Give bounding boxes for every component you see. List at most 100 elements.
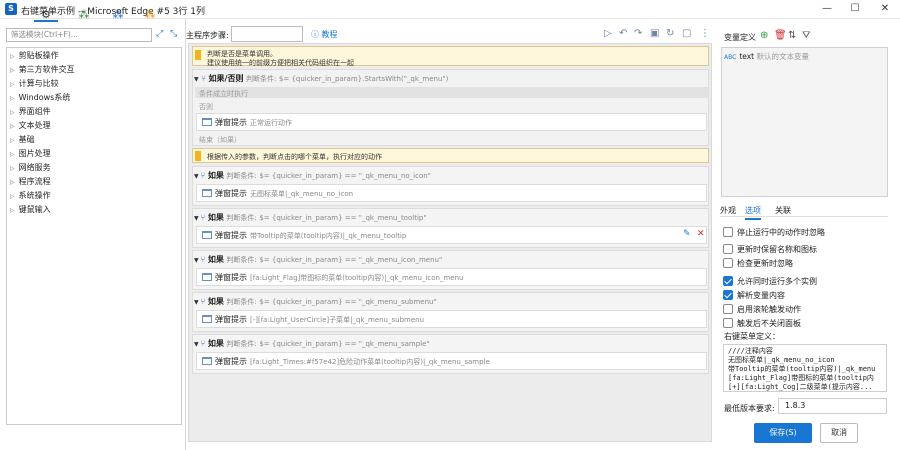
- popup-label: 弹窗提示: [215, 189, 247, 198]
- step-input[interactable]: [231, 26, 303, 42]
- tree-item-label: 基础: [18, 135, 35, 144]
- option-checkbox-row[interactable]: 允许同时运行多个实例: [723, 276, 817, 287]
- option-label: 检查更新时忽略: [737, 259, 793, 268]
- info-icon: ⓘ: [311, 30, 322, 39]
- tab-relations[interactable]: 关联: [775, 205, 791, 216]
- min-version-label: 最低版本要求:: [724, 404, 775, 413]
- delete-icon[interactable]: 🗑: [774, 30, 787, 41]
- option-label: 更新时保留名称和图标: [737, 245, 817, 254]
- option-checkbox-row[interactable]: 检查更新时忽略: [723, 258, 793, 269]
- expand-arrow-icon: ▷: [10, 67, 15, 74]
- expand-arrow-icon: ▷: [10, 53, 15, 60]
- close-icon[interactable]: ✕: [870, 0, 900, 19]
- var-section-title: 变量定义: [724, 33, 756, 42]
- delete-icon[interactable]: ✕: [697, 229, 705, 239]
- popup-arg: [fa:Light_Times:#f57e42]危险动作菜单(tooltip内容…: [250, 358, 490, 366]
- option-checkbox-row[interactable]: 更新时保留名称和图标: [723, 244, 817, 255]
- tab-divider: [720, 216, 888, 217]
- tree-item[interactable]: ▷ Windows系统: [10, 92, 70, 103]
- expand-arrow-icon: ▷: [10, 179, 15, 186]
- popup-label: 弹窗提示: [215, 118, 247, 127]
- option-label: 启用滚轮触发动作: [737, 305, 801, 314]
- option-label: 允许同时运行多个实例: [737, 277, 817, 286]
- expand-arrow-icon: ▷: [10, 95, 15, 102]
- option-checkbox-row[interactable]: 触发后不关闭面板: [723, 318, 801, 329]
- tree-item[interactable]: ▷ 程序流程: [10, 176, 51, 187]
- edit-icon[interactable]: ✎: [683, 229, 691, 239]
- undo-icon[interactable]: ↶: [619, 28, 627, 39]
- tree-item[interactable]: ▷ 界面组件: [10, 106, 51, 117]
- redo-icon[interactable]: ↷: [634, 28, 642, 39]
- cancel-button[interactable]: 取消: [820, 423, 858, 443]
- popup-label: 弹窗提示: [215, 231, 247, 240]
- tree-item[interactable]: ▷ 计算与比较: [10, 78, 59, 89]
- checkbox[interactable]: [723, 276, 733, 286]
- tree-item-label: 系统操作: [18, 191, 51, 200]
- filter-icon[interactable]: ⛛: [802, 30, 810, 41]
- expand-icon[interactable]: ⤢: [156, 29, 163, 39]
- variable-list: [721, 47, 888, 197]
- checkbox[interactable]: [723, 227, 733, 237]
- note-icon[interactable]: ▢: [682, 28, 691, 39]
- tree-item-label: 剪贴板操作: [18, 51, 59, 60]
- modules-tab-icon[interactable]: ⁂: [74, 8, 94, 21]
- active-tab-indicator: [34, 20, 58, 22]
- comment-note[interactable]: 根据传入的参数，判断点击的哪个菜单，执行对应的动作: [192, 148, 709, 163]
- tree-item[interactable]: ▷ 第三方软件交互: [10, 64, 75, 75]
- variable-row[interactable]: ABC text 默认的文本变量: [724, 51, 809, 62]
- tab-appearance[interactable]: 外观: [720, 205, 736, 216]
- min-version-input[interactable]: 1.8.3: [778, 398, 887, 414]
- expand-arrow-icon: ▷: [10, 193, 15, 200]
- tree-item-label: 第三方软件交互: [18, 65, 75, 74]
- cond-prefix: 判断条件:: [226, 172, 257, 180]
- history-icon[interactable]: ↻: [666, 28, 674, 39]
- minimize-icon[interactable]: —: [812, 0, 842, 19]
- add-icon[interactable]: ⊕: [760, 30, 768, 41]
- tab-options[interactable]: 选项: [745, 205, 761, 220]
- maximize-icon[interactable]: ☐: [840, 0, 870, 19]
- run-icon[interactable]: ▷: [604, 28, 612, 39]
- if-header: ▼ ⑂ 如果 判断条件: $= {quicker_in_param} == "_…: [194, 212, 427, 223]
- option-label: 停止运行中的动作时忽略: [737, 228, 825, 237]
- sort-icon[interactable]: ⇅: [788, 30, 796, 41]
- more-icon[interactable]: ⋮: [700, 28, 710, 39]
- tree-item[interactable]: ▷ 文本处理: [10, 120, 51, 131]
- collapse-icon[interactable]: ⤡: [170, 29, 177, 39]
- option-checkbox-row[interactable]: 启用滚轮触发动作: [723, 304, 801, 315]
- shared-tab-icon[interactable]: ⁂: [108, 8, 128, 21]
- option-checkbox-row[interactable]: 解析变量内容: [723, 290, 785, 301]
- save-button[interactable]: 保存(S): [754, 423, 812, 443]
- favorites-tab-icon[interactable]: ⁂: [140, 8, 160, 21]
- tutorial-link[interactable]: ⓘ 教程: [311, 29, 338, 40]
- tree-item[interactable]: ▷ 剪贴板操作: [10, 50, 59, 61]
- checkbox[interactable]: [723, 304, 733, 314]
- note-line: 建议使用统一的前缀方便把相关代码组织在一起: [207, 59, 354, 67]
- module-search-input[interactable]: 筛选模块(Ctrl+F)...: [6, 28, 152, 42]
- checkbox[interactable]: [723, 318, 733, 328]
- checkbox[interactable]: [723, 258, 733, 268]
- save-icon[interactable]: ▣: [650, 28, 659, 39]
- option-checkbox-row[interactable]: 停止运行中的动作时忽略: [723, 227, 825, 238]
- message-box-icon: [202, 189, 212, 197]
- tree-item[interactable]: ▷ 网络服务: [10, 162, 51, 173]
- if-label: 如果: [207, 213, 224, 222]
- message-box-icon: [202, 231, 212, 239]
- tree-item-label: 文本处理: [18, 121, 51, 130]
- if-label: 如果: [207, 297, 224, 306]
- tree-item[interactable]: ▷ 图片处理: [10, 148, 51, 159]
- tree-item[interactable]: ▷ 基础: [10, 134, 35, 145]
- checkbox[interactable]: [723, 244, 733, 254]
- checkbox[interactable]: [723, 290, 733, 300]
- tree-item[interactable]: ▷ 系统操作: [10, 190, 51, 201]
- condition-text: $= {quicker_in_param} == "_qk_menu_icon_…: [259, 256, 443, 264]
- option-label: 解析变量内容: [737, 291, 785, 300]
- if-label: 如果: [207, 255, 224, 264]
- then-branch-header: [195, 87, 708, 98]
- comment-note[interactable]: 判断是否是菜单调用。 建议使用统一的前缀方便把相关代码组织在一起: [192, 46, 709, 67]
- tree-item[interactable]: ▷ 键鼠输入: [10, 204, 51, 215]
- branch-icon: ⑂: [200, 339, 208, 348]
- cond-prefix: 判断条件:: [226, 214, 257, 222]
- expand-arrow-icon: ▷: [10, 123, 15, 130]
- note-marker: [195, 50, 201, 60]
- collapse-triangle-icon[interactable]: ▼: [194, 76, 199, 83]
